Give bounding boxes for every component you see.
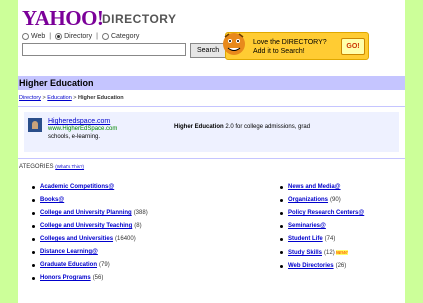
category-link[interactable]: Web Directories (288, 263, 334, 269)
radio-separator: | (96, 33, 98, 40)
promo-text: Love the DIRECTORY? Add it to Search! (253, 39, 327, 55)
category-count: (388) (133, 210, 148, 216)
breadcrumb-current: Higher Education (78, 95, 124, 101)
category-link[interactable]: Organizations (288, 197, 328, 203)
category-count: (8) (134, 223, 142, 229)
sponsor-description-right: Higher Education 2.0 for college admissi… (174, 124, 310, 130)
sponsor-description-bold: Higher Education (174, 124, 224, 130)
radio-category[interactable]: Category (101, 33, 140, 40)
new-badge: NEW! (335, 250, 348, 255)
radio-directory-label: Directory (64, 33, 93, 40)
list-item: News and Media@ (280, 181, 366, 194)
list-item: Student Life (74) (280, 233, 366, 246)
radio-directory[interactable]: Directory (55, 33, 92, 40)
promo-go-button[interactable]: GO! (341, 38, 365, 55)
search-scope-radios: Web | Directory | Category (22, 33, 139, 40)
category-link[interactable]: College and University Teaching (40, 223, 132, 229)
category-count: (16400) (115, 236, 136, 242)
section-header-bar: Higher Education (18, 76, 405, 90)
yahoo-logo[interactable]: YAHOO! (22, 6, 104, 31)
radio-web[interactable]: Web (22, 33, 45, 40)
sponsor-description-left: schools, e-learning. (48, 134, 101, 140)
list-item: Organizations (90) (280, 194, 366, 207)
category-count: (56) (92, 275, 104, 281)
divider (18, 158, 405, 159)
whats-this-link[interactable]: (What's This?) (55, 164, 84, 169)
category-list-left: Academic Competitions@ Books@ College an… (32, 181, 148, 285)
promo-banner[interactable]: Love the DIRECTORY? Add it to Search! GO… (223, 32, 369, 60)
category-link[interactable]: Student Life (288, 236, 323, 242)
breadcrumb: Directory > Education > Higher Education (19, 95, 124, 101)
list-item: Policy Research Centers@ (280, 207, 366, 220)
categories-label: ATEGORIES (19, 164, 54, 170)
list-item: College and University Planning (388) (32, 207, 148, 220)
list-item: Graduate Education (79) (32, 259, 148, 272)
category-link[interactable]: Books@ (40, 197, 64, 203)
page: YAHOO! DIRECTORY Web | Directory | Categ… (18, 0, 405, 303)
list-item: Seminaries@ (280, 220, 366, 233)
list-item: College and University Teaching (8) (32, 220, 148, 233)
category-count: (12) (324, 250, 335, 256)
search-input[interactable] (22, 43, 186, 56)
list-item: Honors Programs (56) (32, 272, 148, 285)
radio-category-dot[interactable] (101, 33, 109, 40)
list-item: Distance Learning@ (32, 246, 148, 259)
breadcrumb-directory[interactable]: Directory (19, 95, 41, 101)
category-link[interactable]: Honors Programs (40, 275, 91, 281)
category-link[interactable]: Distance Learning@ (40, 249, 98, 255)
category-count: (26) (335, 263, 347, 269)
breadcrumb-education[interactable]: Education (47, 95, 71, 101)
sponsor-description-text: 2.0 for college admissions, grad (223, 124, 311, 130)
sponsor-thumbnail[interactable] (28, 118, 42, 132)
sponsored-listing: Higheredspace.com www.HigherEdSpace.com … (24, 112, 399, 152)
breadcrumb-separator: > (42, 95, 46, 101)
category-link[interactable]: Colleges and Universities (40, 236, 113, 242)
sponsor-link[interactable]: Higheredspace.com (48, 118, 110, 125)
breadcrumb-separator: > (73, 95, 77, 101)
category-link[interactable]: News and Media@ (288, 184, 341, 190)
radio-category-label: Category (110, 33, 140, 40)
category-link[interactable]: Graduate Education (40, 262, 97, 268)
category-link[interactable]: Study Skills (288, 250, 322, 256)
category-count: (90) (330, 197, 341, 203)
categories-heading: ATEGORIES (What's This?) (19, 164, 84, 170)
sponsor-url: www.HigherEdSpace.com (48, 126, 118, 132)
divider (18, 106, 405, 107)
list-item: Colleges and Universities (16400) (32, 233, 148, 246)
category-link[interactable]: Seminaries@ (288, 223, 326, 229)
category-link[interactable]: College and University Planning (40, 210, 132, 216)
list-item: Web Directories (26) (280, 260, 366, 273)
category-count: (74) (324, 236, 336, 242)
radio-directory-dot[interactable] (55, 33, 63, 40)
radio-separator: | (49, 33, 52, 40)
category-link[interactable]: Academic Competitions@ (40, 184, 114, 190)
radio-web-label: Web (31, 33, 46, 40)
list-item: Books@ (32, 194, 148, 207)
tiger-mascot-icon (223, 33, 245, 55)
directory-logo-text: DIRECTORY (102, 12, 177, 26)
list-item: Academic Competitions@ (32, 181, 148, 194)
category-list-right: News and Media@ Organizations (90) Policy… (280, 181, 366, 273)
category-link[interactable]: Policy Research Centers@ (288, 210, 364, 216)
page-title: Higher Education (19, 78, 94, 88)
category-count: (79) (99, 262, 110, 268)
radio-web-dot[interactable] (22, 33, 29, 40)
list-item: Study Skills (12)NEW! (280, 246, 366, 260)
